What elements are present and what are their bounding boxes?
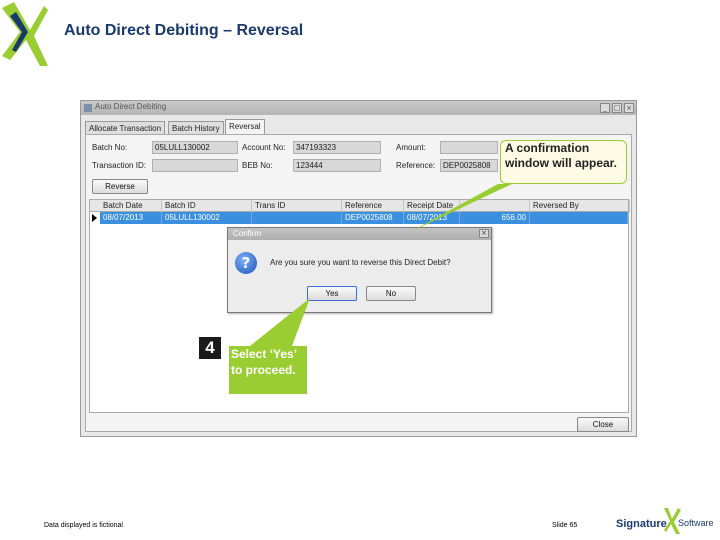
window-titlebar: Auto Direct Debiting _ □ × [81,101,636,115]
column-header[interactable]: Reversed By [530,200,630,212]
minimize-icon[interactable]: _ [600,103,610,113]
reference-field[interactable]: DEP0025808 [440,159,498,172]
dialog-close-icon[interactable]: × [479,229,489,238]
brand-signature-text: Signature [616,518,667,530]
select-yes-callout: Select ‘Yes’ to proceed. [229,346,307,394]
table-cell: 08/07/2013 [404,212,460,224]
grid-header: Batch Date Batch ID Trans ID Reference R… [90,200,630,212]
amount-field[interactable] [440,141,498,154]
table-cell [530,212,628,224]
tab-reversal[interactable]: Reversal [225,119,265,135]
table-cell: 05LULL130002 [162,212,252,224]
table-cell: 08/07/2013 [100,212,162,224]
signature-logo-mark [2,2,48,66]
column-header[interactable]: Trans ID [252,200,342,212]
dialog-titlebar: Confirm × [228,228,491,240]
yes-button[interactable]: Yes [307,286,357,301]
app-icon [84,104,92,112]
amount-label: Amount: [396,143,426,152]
account-no-field[interactable]: 347193323 [293,141,381,154]
no-button[interactable]: No [366,286,416,301]
close-window-icon[interactable]: × [624,103,634,113]
reference-label: Reference: [396,161,436,170]
account-no-label: Account No: [242,143,286,152]
column-header[interactable]: Batch Date [100,200,162,212]
transaction-id-label: Transaction ID: [92,161,146,170]
step-number-badge: 4 [199,337,221,359]
question-icon: ? [235,252,257,274]
table-cell [252,212,342,224]
beb-no-field[interactable]: 123444 [293,159,381,172]
footer-disclaimer: Data displayed is fictional [44,522,123,529]
brand-software-text: Software [678,518,714,528]
beb-no-label: BEB No: [242,161,273,170]
table-cell: 656.00 [460,212,530,224]
slide-number: Slide 65 [552,522,578,529]
column-header[interactable]: Receipt Date [404,200,460,212]
reverse-button[interactable]: Reverse [92,179,148,194]
column-header[interactable]: Batch ID [162,200,252,212]
column-header[interactable]: Reference [342,200,404,212]
signature-software-logo: Signature Software [614,506,718,536]
transaction-id-field[interactable] [152,159,238,172]
slide-title: Auto Direct Debiting – Reversal [64,22,304,39]
current-row-indicator-icon [92,214,97,222]
table-row[interactable]: 08/07/2013 05LULL130002 DEP0025808 08/07… [100,212,628,224]
tab-allocate-transaction[interactable]: Allocate Transaction [85,121,166,135]
close-button[interactable]: Close [577,417,629,432]
dialog-message: Are you sure you want to reverse this Di… [270,258,451,267]
batch-no-label: Batch No: [92,143,128,152]
window-title: Auto Direct Debiting [95,102,167,111]
confirmation-callout: A confirmation window will appear. [500,140,627,184]
tab-batch-history[interactable]: Batch History [168,121,224,135]
column-header[interactable] [460,200,530,212]
dialog-title: Confirm [233,229,262,238]
maximize-icon[interactable]: □ [612,103,622,113]
batch-no-field[interactable]: 05LULL130002 [152,141,238,154]
table-cell: DEP0025808 [342,212,404,224]
confirm-dialog: Confirm × ? Are you sure you want to rev… [227,227,492,313]
